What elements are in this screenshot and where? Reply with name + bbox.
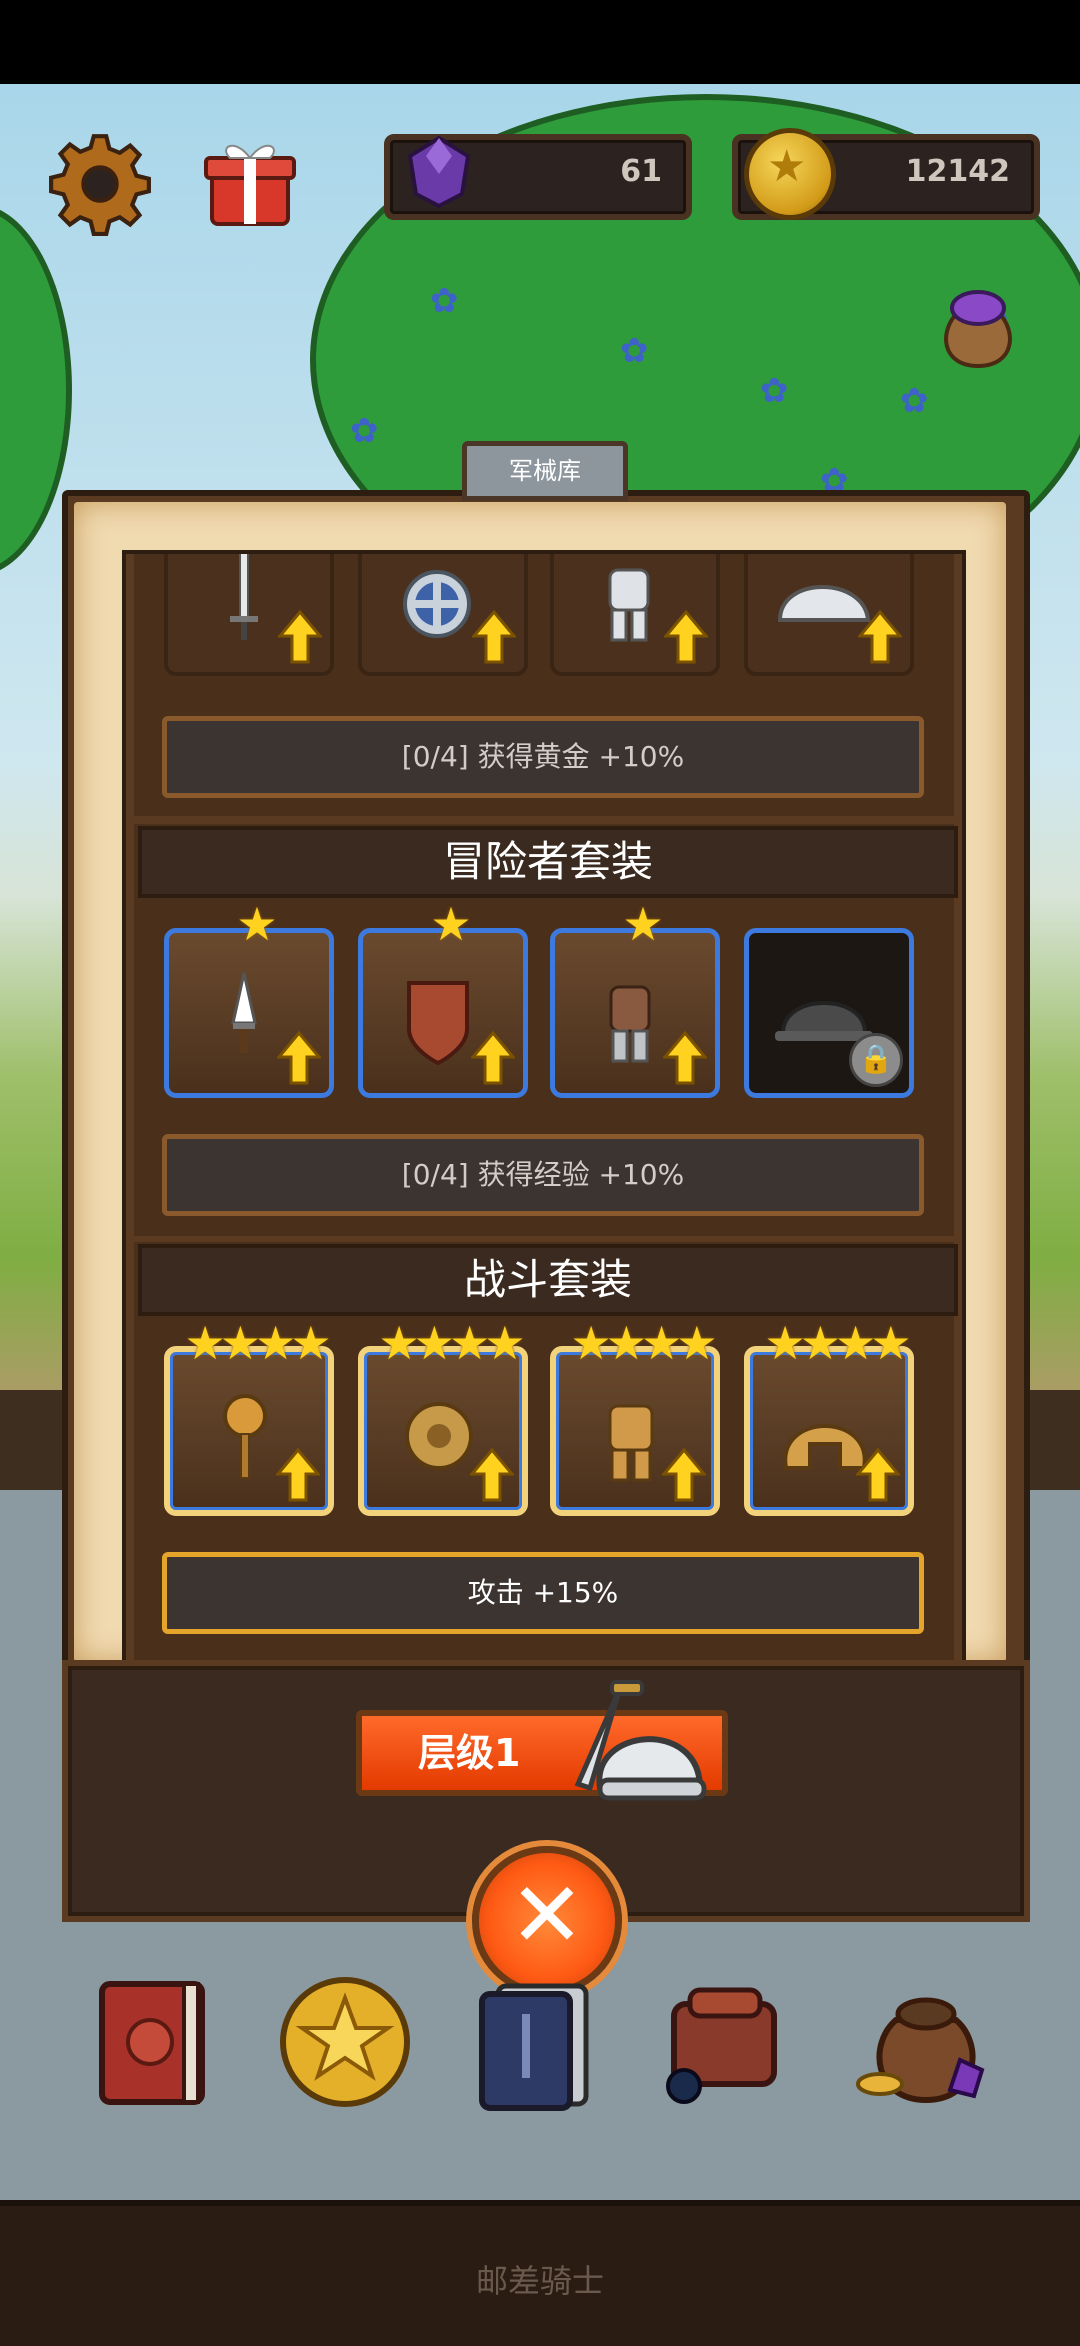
upgrade-arrow-icon bbox=[663, 1031, 707, 1085]
upgrade-arrow-icon bbox=[858, 610, 902, 664]
set-title: 战斗套装 bbox=[138, 1244, 958, 1316]
equipment-slot[interactable]: ★★★★ bbox=[164, 1318, 334, 1516]
star-rating: ★ bbox=[430, 897, 471, 951]
equipment-slot[interactable] bbox=[164, 554, 334, 676]
upgrade-arrow-icon bbox=[662, 1448, 706, 1502]
treasure-bag-icon[interactable] bbox=[850, 1964, 1000, 2114]
star-coin-icon[interactable] bbox=[270, 1964, 420, 2114]
gold-counter: 12142 bbox=[732, 128, 1040, 220]
equipment-slot[interactable]: ★ bbox=[550, 899, 720, 1098]
star-rating: ★★★★ bbox=[764, 1316, 912, 1370]
equipment-slot[interactable] bbox=[744, 554, 914, 676]
gear-icon[interactable] bbox=[48, 132, 152, 236]
equipment-set-list[interactable]: [0/4] 获得黄金 +10% 冒险者套装 ★ ★ ★ 🔒 [0/4] 获得经验… bbox=[122, 550, 966, 1670]
book-icon[interactable] bbox=[80, 1964, 230, 2114]
gem-count: 61 bbox=[620, 154, 662, 189]
flower-icon: ✿ bbox=[760, 371, 789, 411]
panel-tab: 军械库 bbox=[462, 441, 628, 501]
gem-counter: 61 bbox=[384, 134, 692, 220]
coin-icon bbox=[744, 128, 836, 220]
gold-count: 12142 bbox=[905, 154, 1010, 189]
upgrade-arrow-icon bbox=[856, 1448, 900, 1502]
card-deck-icon[interactable] bbox=[460, 1964, 610, 2114]
equipment-slot[interactable]: ★★★★ bbox=[550, 1318, 720, 1516]
star-rating: ★★★★ bbox=[570, 1316, 718, 1370]
game-title-footer: 邮差骑士 bbox=[475, 2262, 604, 2300]
set-bonus-bar: [0/4] 获得经验 +10% bbox=[162, 1134, 924, 1216]
star-rating: ★★★★ bbox=[184, 1316, 332, 1370]
upgrade-arrow-icon bbox=[472, 610, 516, 664]
upgrade-arrow-icon bbox=[471, 1031, 515, 1085]
upgrade-arrow-icon bbox=[278, 610, 322, 664]
equipment-slot[interactable] bbox=[550, 554, 720, 676]
star-rating: ★ bbox=[622, 897, 663, 951]
set-bonus-bar: 攻击 +15% bbox=[162, 1552, 924, 1634]
equipment-slot[interactable]: ★★★★ bbox=[358, 1318, 528, 1516]
equipment-slot[interactable] bbox=[358, 554, 528, 676]
upgrade-arrow-icon bbox=[470, 1448, 514, 1502]
flower-icon: ✿ bbox=[350, 411, 379, 451]
equipment-slot[interactable]: ★★★★ bbox=[744, 1318, 914, 1516]
equipment-slot[interactable]: ★ bbox=[164, 899, 334, 1098]
star-rating: ★ bbox=[236, 897, 277, 951]
gift-icon[interactable] bbox=[200, 132, 300, 232]
backpack-icon[interactable] bbox=[650, 1964, 800, 2114]
star-rating: ★★★★ bbox=[378, 1316, 526, 1370]
flower-icon: ✿ bbox=[620, 331, 649, 371]
set-bonus-bar: [0/4] 获得黄金 +10% bbox=[162, 716, 924, 798]
set-title: 冒险者套装 bbox=[138, 826, 958, 898]
upgrade-arrow-icon bbox=[276, 1448, 320, 1502]
lock-icon: 🔒 bbox=[849, 1033, 903, 1087]
equipment-slot[interactable]: ★ bbox=[358, 899, 528, 1098]
flower-icon: ✿ bbox=[900, 381, 929, 421]
flower-icon: ✿ bbox=[430, 281, 459, 321]
loot-bag-icon[interactable] bbox=[928, 272, 1028, 372]
equipment-slot-locked[interactable]: 🔒 bbox=[744, 928, 914, 1098]
upgrade-arrow-icon bbox=[664, 610, 708, 664]
status-bar bbox=[0, 0, 1080, 84]
helmet-sword-icon bbox=[574, 1680, 707, 1801]
gem-icon bbox=[407, 135, 471, 209]
upgrade-arrow-icon bbox=[277, 1031, 321, 1085]
close-icon: ✕ bbox=[509, 1863, 585, 1968]
